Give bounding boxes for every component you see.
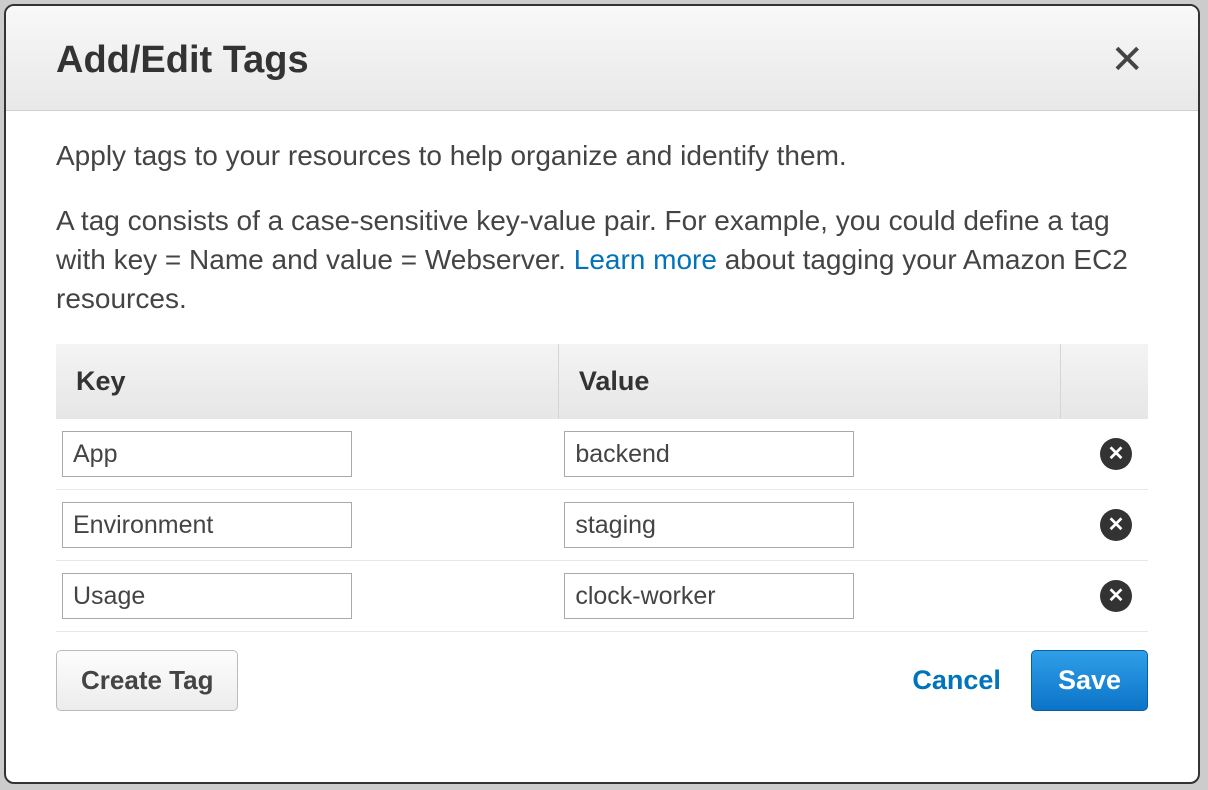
delete-row-icon[interactable]: ✕ [1100, 438, 1132, 470]
cancel-button[interactable]: Cancel [912, 665, 1001, 696]
create-tag-button[interactable]: Create Tag [56, 650, 238, 711]
key-input[interactable] [62, 573, 352, 619]
footer-actions: Cancel Save [912, 650, 1148, 711]
delete-row-icon[interactable]: ✕ [1100, 509, 1132, 541]
col-header-delete [1061, 344, 1148, 419]
col-header-value: Value [558, 344, 1060, 419]
description-text: A tag consists of a case-sensitive key-v… [56, 201, 1148, 319]
tags-table: Key Value ✕ ✕ ✕ [56, 344, 1148, 632]
learn-more-link[interactable]: Learn more [574, 244, 717, 275]
value-input[interactable] [564, 431, 854, 477]
table-row: ✕ [56, 419, 1148, 490]
modal-title: Add/Edit Tags [56, 39, 309, 82]
close-icon[interactable]: ✕ [1106, 36, 1148, 84]
save-button[interactable]: Save [1031, 650, 1148, 711]
value-input[interactable] [564, 502, 854, 548]
footer-row: Create Tag Cancel Save [56, 650, 1148, 711]
value-input[interactable] [564, 573, 854, 619]
modal-header: Add/Edit Tags ✕ [6, 6, 1198, 111]
table-row: ✕ [56, 561, 1148, 632]
table-row: ✕ [56, 490, 1148, 561]
key-input[interactable] [62, 502, 352, 548]
key-input[interactable] [62, 431, 352, 477]
intro-text: Apply tags to your resources to help org… [56, 137, 1148, 175]
col-header-key: Key [56, 344, 558, 419]
add-edit-tags-modal: Add/Edit Tags ✕ Apply tags to your resou… [4, 4, 1200, 784]
delete-row-icon[interactable]: ✕ [1100, 580, 1132, 612]
modal-body: Apply tags to your resources to help org… [6, 111, 1198, 741]
